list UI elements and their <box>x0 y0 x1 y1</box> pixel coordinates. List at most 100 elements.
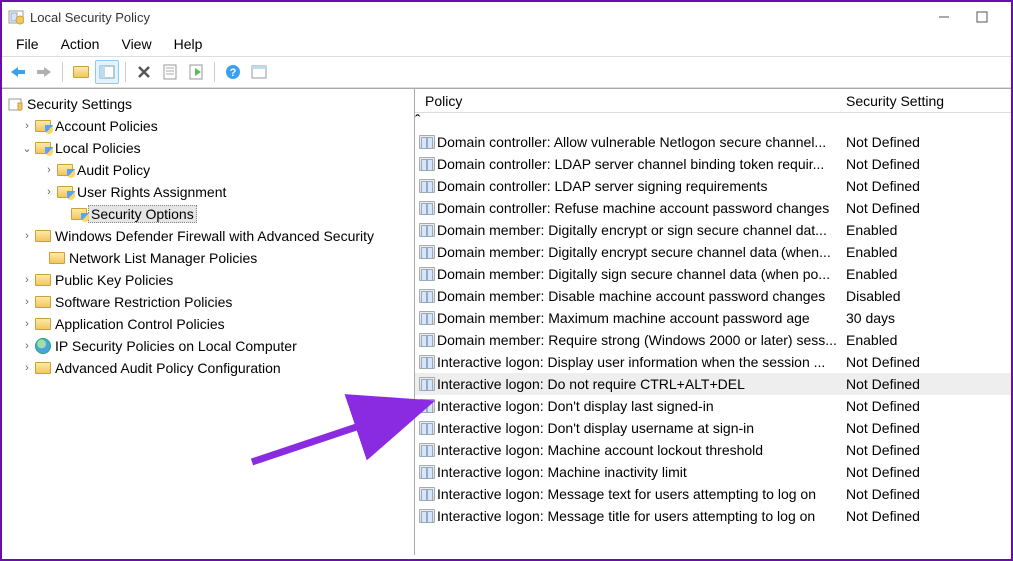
policy-setting: Enabled <box>846 266 1011 282</box>
show-hide-tree-button[interactable] <box>95 60 119 84</box>
security-shield-icon <box>6 96 24 112</box>
list-row[interactable]: Domain member: Disable machine account p… <box>415 285 1011 307</box>
policy-name: Interactive logon: Machine inactivity li… <box>437 464 846 480</box>
list-row[interactable]: Interactive logon: Don't display usernam… <box>415 417 1011 439</box>
expander-icon[interactable]: › <box>42 164 56 176</box>
list-row[interactable]: Interactive logon: Machine inactivity li… <box>415 461 1011 483</box>
policy-name: Domain member: Digitally sign secure cha… <box>437 266 846 282</box>
expander-icon[interactable]: › <box>20 296 34 308</box>
list-row[interactable]: Domain member: Digitally encrypt or sign… <box>415 219 1011 241</box>
expander-icon[interactable]: › <box>20 120 34 132</box>
tree-item-label: Software Restriction Policies <box>52 293 235 311</box>
export-button[interactable] <box>184 60 208 84</box>
policy-icon <box>415 465 437 479</box>
list-row[interactable]: Domain member: Digitally sign secure cha… <box>415 263 1011 285</box>
policy-name: Domain member: Require strong (Windows 2… <box>437 332 846 348</box>
column-setting[interactable]: Security Setting <box>846 93 1011 109</box>
tree-item[interactable]: › IP Security Policies on Local Computer <box>2 335 414 357</box>
policy-icon <box>415 443 437 457</box>
tree-item[interactable]: › Software Restriction Policies <box>2 291 414 313</box>
delete-button[interactable] <box>132 60 156 84</box>
policy-icon <box>415 333 437 347</box>
expander-icon[interactable]: › <box>20 230 34 242</box>
help-button[interactable]: ? <box>221 60 245 84</box>
folder-shield-icon <box>34 120 52 132</box>
tree-item[interactable]: ⌄ Local Policies <box>2 137 414 159</box>
policy-icon <box>415 421 437 435</box>
menu-file[interactable]: File <box>8 34 47 54</box>
tree-item[interactable]: ›Audit Policy <box>2 159 414 181</box>
policy-icon <box>415 487 437 501</box>
list-row[interactable]: Domain controller: LDAP server signing r… <box>415 175 1011 197</box>
policy-setting: Not Defined <box>846 464 1011 480</box>
forward-button[interactable] <box>32 60 56 84</box>
menu-view[interactable]: View <box>113 34 159 54</box>
list-row[interactable]: Interactive logon: Message title for use… <box>415 505 1011 527</box>
minimize-button[interactable] <box>937 10 951 24</box>
folder-shield-icon <box>70 208 88 220</box>
policy-setting: Not Defined <box>846 442 1011 458</box>
policy-name: Domain controller: LDAP server channel b… <box>437 156 846 172</box>
back-button[interactable] <box>6 60 30 84</box>
titlebar: Local Security Policy <box>2 2 1011 32</box>
maximize-button[interactable] <box>975 10 989 24</box>
list-row[interactable]: Interactive logon: Machine account locko… <box>415 439 1011 461</box>
policy-name: Domain controller: Allow vulnerable Netl… <box>437 134 846 150</box>
folder-shield-icon <box>34 142 52 154</box>
list-row[interactable]: Interactive logon: Do not require CTRL+A… <box>415 373 1011 395</box>
world-icon <box>34 338 52 354</box>
policy-name: Interactive logon: Don't display last si… <box>437 398 846 414</box>
policy-setting: Not Defined <box>846 156 1011 172</box>
list-row[interactable]: Domain member: Require strong (Windows 2… <box>415 329 1011 351</box>
toolbar-separator <box>214 62 215 82</box>
expander-icon[interactable]: › <box>42 186 56 198</box>
tree-item[interactable]: Network List Manager Policies <box>2 247 414 269</box>
policy-setting: Not Defined <box>846 376 1011 392</box>
list-row[interactable]: Domain controller: Allow vulnerable Netl… <box>415 131 1011 153</box>
column-policy[interactable]: Policy <box>415 93 846 109</box>
up-folder-button[interactable] <box>69 60 93 84</box>
policy-name: Domain controller: LDAP server signing r… <box>437 178 846 194</box>
view-options-button[interactable] <box>247 60 271 84</box>
folder-icon <box>34 296 52 308</box>
list-row[interactable]: Domain controller: Refuse machine accoun… <box>415 197 1011 219</box>
list-row[interactable]: Interactive logon: Don't display last si… <box>415 395 1011 417</box>
list-row[interactable]: Domain member: Digitally encrypt secure … <box>415 241 1011 263</box>
tree-item[interactable]: ›Windows Defender Firewall with Advanced… <box>2 225 414 247</box>
policy-icon <box>415 135 437 149</box>
policy-name: Domain member: Disable machine account p… <box>437 288 846 304</box>
policy-icon <box>415 399 437 413</box>
window-title: Local Security Policy <box>30 10 937 25</box>
list-row[interactable]: Domain member: Maximum machine account p… <box>415 307 1011 329</box>
menu-action[interactable]: Action <box>53 34 108 54</box>
tree-item[interactable]: ›User Rights Assignment <box>2 181 414 203</box>
expander-icon[interactable]: › <box>20 362 34 374</box>
menubar: File Action View Help <box>2 32 1011 56</box>
tree-root[interactable]: Security Settings <box>2 93 414 115</box>
tree-item[interactable]: ›Advanced Audit Policy Configuration <box>2 357 414 379</box>
list-row[interactable]: Interactive logon: Message text for user… <box>415 483 1011 505</box>
tree-item[interactable]: Security Options <box>2 203 414 225</box>
tree-item-label: Local Policies <box>52 139 144 157</box>
policy-name: Interactive logon: Message title for use… <box>437 508 846 524</box>
tree-item[interactable]: ›Public Key Policies <box>2 269 414 291</box>
expander-icon[interactable]: › <box>20 274 34 286</box>
policy-icon <box>415 223 437 237</box>
policy-setting: 30 days <box>846 310 1011 326</box>
tree-item-label: Application Control Policies <box>52 315 228 333</box>
menu-help[interactable]: Help <box>166 34 211 54</box>
policy-setting: Enabled <box>846 332 1011 348</box>
policy-name: Interactive logon: Display user informat… <box>437 354 846 370</box>
expander-icon[interactable]: › <box>20 318 34 330</box>
properties-button[interactable] <box>158 60 182 84</box>
policy-name: Domain controller: Refuse machine accoun… <box>437 200 846 216</box>
expander-icon[interactable]: › <box>20 340 34 352</box>
list-row[interactable]: Domain controller: LDAP server channel b… <box>415 153 1011 175</box>
tree-item-label: IP Security Policies on Local Computer <box>52 337 300 355</box>
tree-item[interactable]: ›Account Policies <box>2 115 414 137</box>
list-row[interactable]: Interactive logon: Display user informat… <box>415 351 1011 373</box>
tree-root-label: Security Settings <box>24 95 135 113</box>
folder-icon <box>34 362 52 374</box>
expander-icon[interactable]: ⌄ <box>20 142 34 155</box>
tree-item[interactable]: › Application Control Policies <box>2 313 414 335</box>
